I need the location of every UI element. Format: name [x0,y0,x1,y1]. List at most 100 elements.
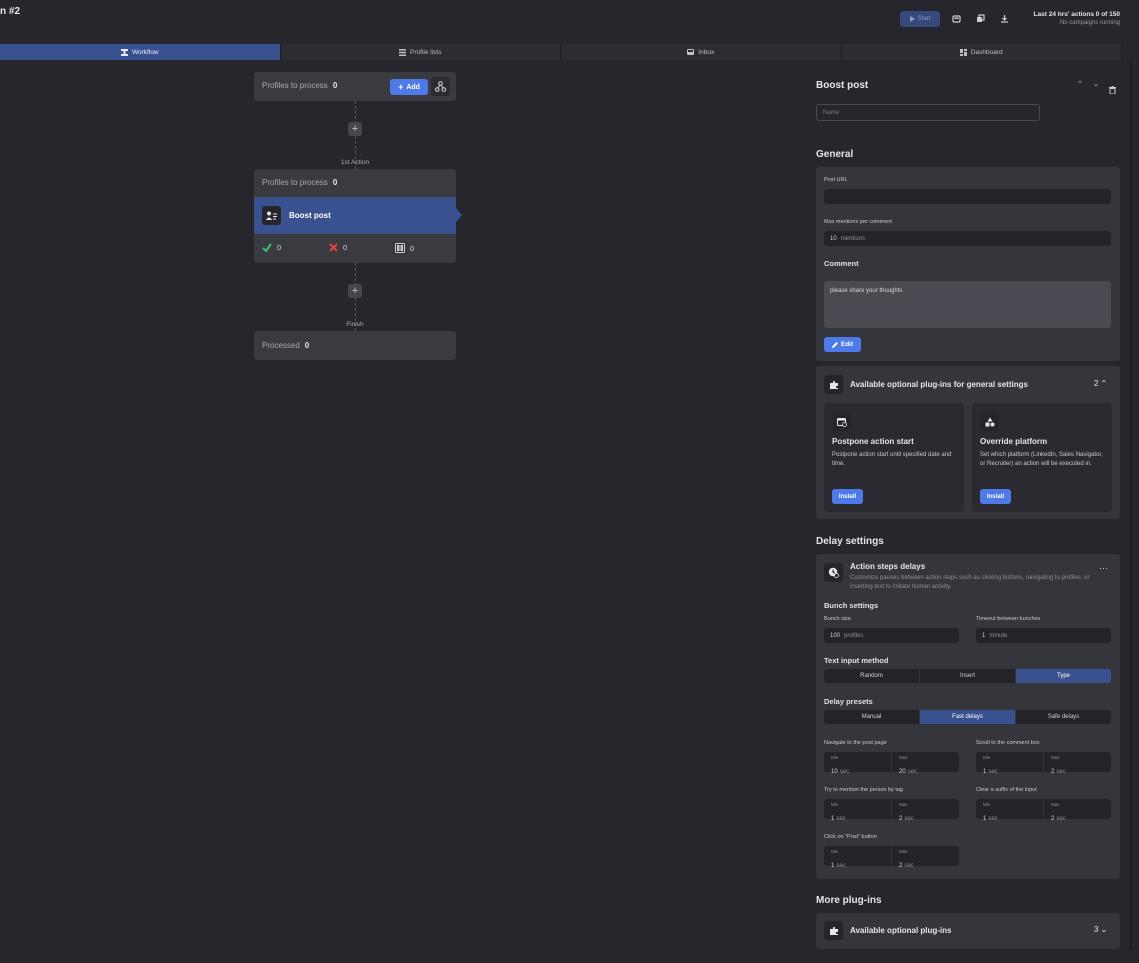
bunch-settings-title: Bunch settings [824,601,879,610]
min-input[interactable]: Min 1 sec [976,752,1044,775]
add-profiles-button[interactable]: + Add [390,79,428,95]
action-boost-post[interactable]: Boost post [254,197,456,234]
start-node-label: Profiles to process [262,81,328,90]
more-plugins-title: More plug-ins [816,895,882,906]
more-plugins-toggle[interactable]: 3 ⌄ [1094,925,1107,934]
delay-label: Navigate to the post page [824,740,887,746]
max-input[interactable]: Max 20 sec [892,752,959,775]
delay-presets-title: Delay presets [824,697,873,706]
plugin-card-override: Override platform Set which platform (Li… [972,403,1112,512]
more-plugins-card[interactable]: Available optional plug-ins 3 ⌄ [816,913,1120,949]
delay-click-post-minmax: Min 1 sec Max 2 sec [824,846,959,869]
timeout-input[interactable]: 1 minute [976,628,1111,643]
play-icon [909,16,915,22]
chevron-down-icon: ⌄ [1100,925,1108,934]
delay-mention-minmax: Min 1 sec Max 2 sec [824,799,959,822]
finish-node: Processed 0 [254,331,456,360]
plus-icon: + [351,285,359,297]
max-input[interactable]: Max 2 sec [1044,799,1111,822]
copy-icon[interactable] [975,13,985,23]
cross-icon [329,243,338,252]
plugins-general-toggle[interactable]: 2 ⌃ [1094,379,1107,388]
chevron-up-icon[interactable]: ⌃ [1077,80,1083,88]
finish-node-count: 0 [304,341,310,350]
delay-card-desc: Customize pauses between action steps su… [850,575,1090,590]
min-input[interactable]: Min 1 sec [824,846,892,869]
plugin-card-postpone: Postpone action start Postpone action st… [824,403,964,512]
finish-node-label: Processed [262,341,300,350]
general-title: General [816,149,854,160]
bunch-size-label: Bunch size [824,616,851,622]
delay-card: Action steps delays Customize pauses bet… [816,554,1120,879]
delay-clear-suffix-minmax: Min 1 sec Max 2 sec [976,799,1111,822]
max-input[interactable]: Max 2 sec [892,846,959,869]
plugins-general-title: Available optional plug-ins for general … [850,380,1028,389]
tab-profile-lists[interactable]: Profile lists [281,44,561,60]
delay-card-title: Action steps delays [850,562,926,571]
more-options-icon[interactable]: ⋯ [1099,563,1109,574]
text-input-type[interactable]: Type [1016,669,1111,683]
selected-indicator [456,208,462,222]
bunch-size-input[interactable]: 100 profiles [824,628,959,643]
install-postpone-button[interactable]: Install [832,489,863,504]
archive-icon[interactable] [951,13,961,23]
daily-actions-stat: Last 24 hrs' actions 0 of 150 [1033,11,1120,18]
delay-label: Scroll to the comment box [976,740,1040,746]
shapes-icon [980,412,999,431]
tab-inbox[interactable]: Inbox [561,44,842,60]
boost-post-icon [262,206,281,225]
delay-label: Click on "Post" button [824,834,877,840]
edit-button[interactable]: Edit [824,337,861,352]
delay-settings-title: Delay settings [816,536,884,547]
min-input[interactable]: Min 10 sec [824,752,892,775]
trash-icon[interactable] [1109,81,1116,99]
timeout-label: Timeout between bunches [976,616,1041,622]
start-label: Start [917,16,931,22]
max-mentions-input[interactable]: 10 mentions [824,231,1111,246]
success-counter: 0 [262,243,281,252]
preset-safe[interactable]: Safe delays [1016,710,1111,724]
min-input[interactable]: Min 1 sec [976,799,1044,822]
campaign-title: n #2 [0,6,21,17]
step-label: 1st Action [340,159,370,166]
comment-label: Comment [824,259,859,268]
delay-scroll-minmax: Min 1 sec Max 2 sec [976,752,1111,775]
name-input[interactable]: Name [816,104,1040,121]
max-input[interactable]: Max 2 sec [892,799,959,822]
delay-navigate-minmax: Min 10 sec Max 20 sec [824,752,959,775]
finish-label: Finish [346,321,364,328]
max-input[interactable]: Max 2 sec [1044,752,1111,775]
tab-dashboard[interactable]: Dashboard [842,44,1122,60]
text-input-method-selector: Random Insert Type [824,669,1111,683]
dashboard-icon [959,48,967,56]
install-override-button[interactable]: Install [980,489,1011,504]
action-name: Boost post [289,211,331,220]
post-url-input[interactable] [824,189,1111,204]
plus-icon: + [351,123,359,135]
preset-fast[interactable]: Fast delays [920,710,1016,724]
insert-step-button[interactable]: + [348,284,362,298]
puzzle-icon [824,921,843,940]
scrollbar[interactable] [1130,60,1132,950]
start-node-count: 0 [332,81,338,90]
text-input-insert[interactable]: Insert [920,669,1016,683]
network-button[interactable] [431,77,450,96]
preset-manual[interactable]: Manual [824,710,920,724]
text-input-random[interactable]: Random [824,669,920,683]
chevron-up-icon: ⌃ [1100,379,1108,388]
tab-bar: Workflow Profile lists Inbox Dashboard [0,44,1122,60]
tab-workflow[interactable]: Workflow [0,44,281,60]
min-input[interactable]: Min 1 sec [824,799,892,822]
comment-textarea[interactable]: please share your thoughts [824,281,1111,328]
max-mentions-label: Max mentions per comment [824,219,892,225]
insert-step-button[interactable]: + [348,122,362,136]
start-button[interactable]: Start [900,11,940,27]
chevron-down-icon[interactable]: ⌄ [1093,80,1099,88]
general-card: Post URL Max mentions per comment 10 men… [816,167,1120,361]
campaigns-running-stat: No campaigns running [1059,20,1120,26]
download-icon[interactable] [999,13,1009,23]
action-node-header-label: Profiles to process [262,178,328,187]
calendar-clock-icon [832,412,851,431]
inbox-icon [687,49,695,55]
pencil-icon [831,341,838,348]
